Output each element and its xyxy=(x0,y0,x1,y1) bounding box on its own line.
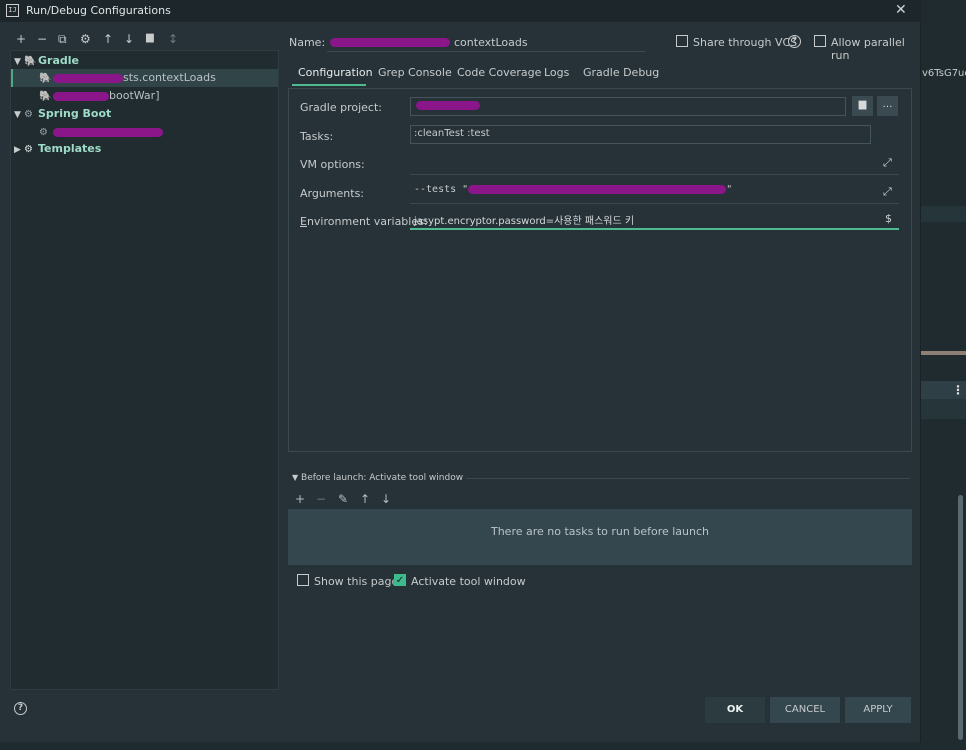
arguments-underline xyxy=(410,203,899,204)
redacted-text xyxy=(53,127,163,137)
close-icon[interactable]: ✕ xyxy=(895,2,907,18)
tree-label: Spring Boot xyxy=(38,107,112,120)
vm-options-label: VM options: xyxy=(300,158,365,171)
chevron-right-icon[interactable]: ▶ xyxy=(14,141,24,159)
folder-icon[interactable]: ▆ xyxy=(852,96,873,116)
name-label: Name: xyxy=(289,36,326,49)
name-field-underline xyxy=(327,51,645,52)
gradle-project-label: Gradle project: xyxy=(300,101,382,114)
copy-icon[interactable]: ⧉ xyxy=(58,32,67,47)
tree-label: Templates xyxy=(38,142,102,155)
tree-item-bootwar[interactable]: 🐘 bootWar] xyxy=(11,87,278,105)
before-launch-empty-text: There are no tasks to run before launch xyxy=(490,525,710,538)
gradle-icon: 🐘 xyxy=(39,73,52,84)
env-variables-field[interactable]: jasypt.encryptor.password=사용한 패스워드 키 xyxy=(414,212,874,228)
section-divider xyxy=(466,478,910,479)
show-page-checkbox[interactable] xyxy=(297,574,309,586)
vm-options-field[interactable] xyxy=(410,154,810,170)
activate-tool-window-label[interactable]: Activate tool window xyxy=(411,575,526,588)
expand-icon[interactable]: ⤢ xyxy=(883,156,892,170)
remove-icon[interactable]: − xyxy=(37,32,47,46)
arguments-label: Arguments: xyxy=(300,187,365,200)
dollar-icon[interactable]: $ xyxy=(885,212,892,225)
env-variables-label: Environment variables: xyxy=(300,215,428,228)
redacted-text xyxy=(468,184,727,194)
env-field-focus-underline xyxy=(410,228,899,230)
chevron-down-icon[interactable]: ▼ xyxy=(14,106,24,124)
chevron-down-icon[interactable]: ▼ xyxy=(292,473,298,482)
active-tab-indicator xyxy=(292,84,366,86)
settings-icon[interactable]: ⚙ xyxy=(80,32,91,46)
add-icon[interactable]: + xyxy=(295,492,305,506)
allow-parallel-label[interactable]: Allow parallel run xyxy=(831,36,920,62)
spring-boot-icon: ⚙ xyxy=(24,109,33,120)
tree-group-gradle[interactable]: ▼ 🐘 Gradle xyxy=(14,52,281,70)
expand-icon[interactable]: ⤢ xyxy=(883,185,892,199)
arguments-value: --tests " xyxy=(414,184,469,195)
tasks-field[interactable]: :cleanTest :test xyxy=(410,125,871,144)
background-menu-icon[interactable]: ⋮ xyxy=(952,383,964,397)
arguments-field[interactable]: --tests " " xyxy=(414,184,874,200)
move-down-icon[interactable]: ↓ xyxy=(124,32,134,46)
gradle-icon: 🐘 xyxy=(39,91,52,102)
browse-button[interactable]: … xyxy=(877,96,898,116)
title-bar: IJ Run/Debug Configurations ✕ xyxy=(0,0,921,22)
help-icon[interactable]: ? xyxy=(14,702,27,715)
name-field[interactable]: contextLoads xyxy=(454,36,528,49)
background-panel-strip xyxy=(921,206,966,222)
tree-item-contextloads[interactable]: 🐘 sts.contextLoads xyxy=(11,69,278,87)
configuration-tree: ▼ 🐘 Gradle 🐘 sts.contextLoads 🐘 bootWar] ▼ ⚙ S… xyxy=(10,50,279,690)
app-icon: IJ xyxy=(6,4,19,17)
ok-button[interactable]: OK xyxy=(705,697,765,723)
background-divider xyxy=(921,351,966,355)
move-up-icon[interactable]: ↑ xyxy=(360,492,370,506)
tasks-label: Tasks: xyxy=(300,130,334,143)
redacted-text xyxy=(416,100,480,110)
activate-tool-window-checkbox[interactable]: ✓ xyxy=(394,574,406,586)
redacted-text xyxy=(330,38,450,47)
tree-label: bootWar] xyxy=(109,89,160,102)
share-vcs-checkbox[interactable] xyxy=(676,35,688,47)
share-vcs-label[interactable]: Share through VCS xyxy=(693,36,797,49)
gradle-project-field[interactable] xyxy=(410,97,846,116)
tab-gradle-debug[interactable]: Gradle Debug xyxy=(583,66,659,79)
edit-icon[interactable]: ✎ xyxy=(338,492,348,506)
tree-item-spring-app[interactable]: ⚙ xyxy=(11,123,278,141)
run-debug-dialog: IJ Run/Debug Configurations ✕ + − ⧉ ⚙ ↑ … xyxy=(0,0,921,742)
wrench-icon: ⚙ xyxy=(24,144,33,155)
background-scrollbar[interactable] xyxy=(958,495,963,740)
window-title: Run/Debug Configurations xyxy=(26,4,171,17)
tree-group-spring-boot[interactable]: ▼ ⚙ Spring Boot xyxy=(14,105,281,123)
show-page-label[interactable]: Show this page xyxy=(314,575,398,588)
tree-group-templates[interactable]: ▶ ⚙ Templates xyxy=(14,140,281,158)
allow-parallel-checkbox[interactable] xyxy=(814,35,826,47)
apply-button[interactable]: APPLY xyxy=(845,697,911,723)
add-icon[interactable]: + xyxy=(16,32,26,46)
tab-logs[interactable]: Logs xyxy=(544,66,569,79)
tree-label: sts.contextLoads xyxy=(123,71,216,84)
tree-label: Gradle xyxy=(38,54,79,67)
tab-code-coverage[interactable]: Code Coverage xyxy=(457,66,541,79)
vm-options-underline xyxy=(410,174,899,175)
redacted-text xyxy=(53,91,109,101)
background-editor-text: v6TsG7uc xyxy=(922,68,966,79)
sort-icon[interactable]: ↕ xyxy=(168,32,178,46)
help-icon[interactable]: ? xyxy=(788,35,801,48)
tab-grep-console[interactable]: Grep Console xyxy=(378,66,452,79)
before-launch-title-text: Before launch: Activate tool window xyxy=(301,473,464,483)
move-down-icon[interactable]: ↓ xyxy=(381,492,391,506)
redacted-text xyxy=(53,73,123,83)
cancel-button[interactable]: CANCEL xyxy=(770,697,840,723)
background-panel-strip-2 xyxy=(921,399,966,419)
arguments-value-end: " xyxy=(726,184,733,195)
remove-icon[interactable]: − xyxy=(316,492,326,506)
move-up-icon[interactable]: ↑ xyxy=(103,32,113,46)
before-launch-title[interactable]: ▼ Before launch: Activate tool window xyxy=(292,473,463,483)
folder-icon[interactable]: ▆ xyxy=(146,32,154,43)
tab-configuration[interactable]: Configuration xyxy=(298,66,373,79)
